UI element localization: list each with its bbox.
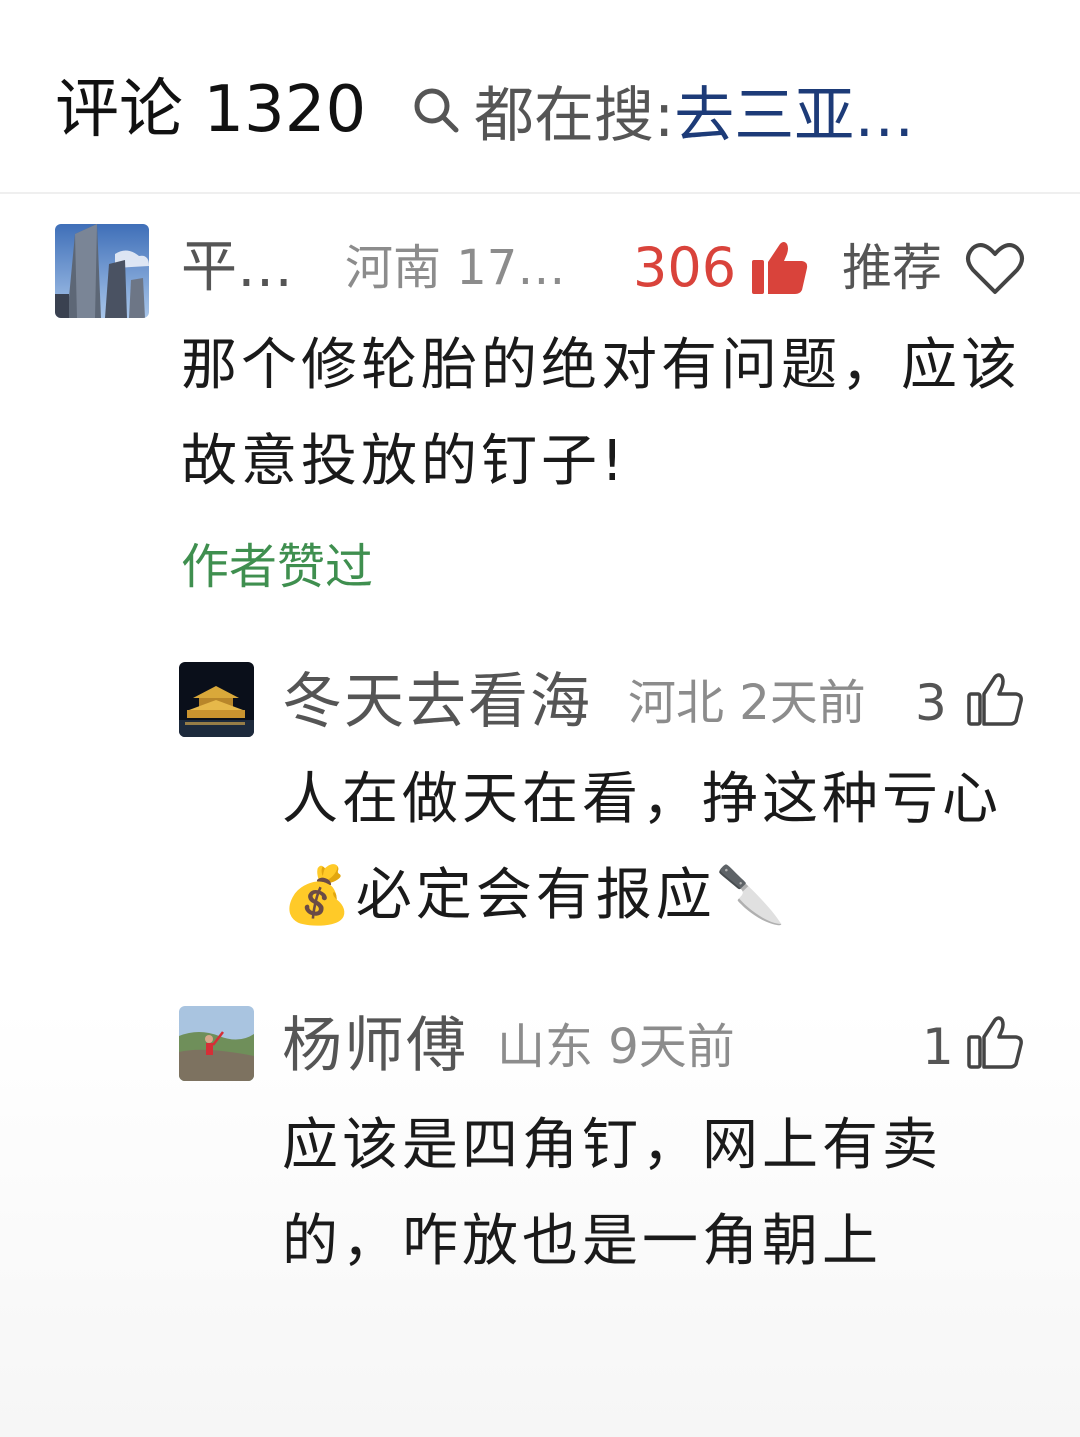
- recommend-button[interactable]: 推荐: [842, 235, 942, 301]
- avatar[interactable]: [55, 224, 149, 318]
- comment-meta: 河南 17…: [345, 240, 566, 296]
- like-count: 1: [922, 1018, 954, 1076]
- reply-meta: 山东 9天前: [497, 1019, 735, 1075]
- replier-name[interactable]: 杨师傅: [282, 1008, 468, 1084]
- like-count: 306: [633, 236, 737, 299]
- comments-count-title: 评论 1320: [55, 73, 367, 147]
- avatar[interactable]: [179, 662, 254, 737]
- thumbs-up-icon[interactable]: [966, 1015, 1024, 1071]
- commenter-name[interactable]: 平…: [181, 232, 293, 304]
- heart-icon[interactable]: [965, 242, 1025, 296]
- thumbs-up-filled-icon[interactable]: [750, 240, 810, 296]
- search-term-link[interactable]: 去三亚…: [674, 67, 914, 154]
- replier-name[interactable]: 冬天去看海: [282, 664, 592, 740]
- author-liked-badge: 作者赞过: [181, 539, 374, 595]
- thumbs-up-icon[interactable]: [966, 672, 1024, 728]
- like-count: 3: [915, 674, 947, 732]
- trending-search-link[interactable]: 都在搜: 去三亚…: [410, 70, 914, 151]
- reply-meta: 河北 2天前: [628, 675, 866, 731]
- avatar[interactable]: [179, 1006, 254, 1081]
- reply-text: 人在做天在看，挣这种亏心💰必定会有报应🔪: [282, 767, 1002, 928]
- reply-text: 应该是四角钉，网上有卖的，咋放也是一角朝上: [282, 1113, 942, 1274]
- search-icon: [414, 88, 459, 133]
- search-prefix-label: 都在搜:: [474, 80, 675, 151]
- comments-header: 评论 1320 都在搜: 去三亚…: [0, 0, 1080, 194]
- comment-text: 那个修轮胎的绝对有问题，应该故意投放的钉子!: [181, 333, 1021, 494]
